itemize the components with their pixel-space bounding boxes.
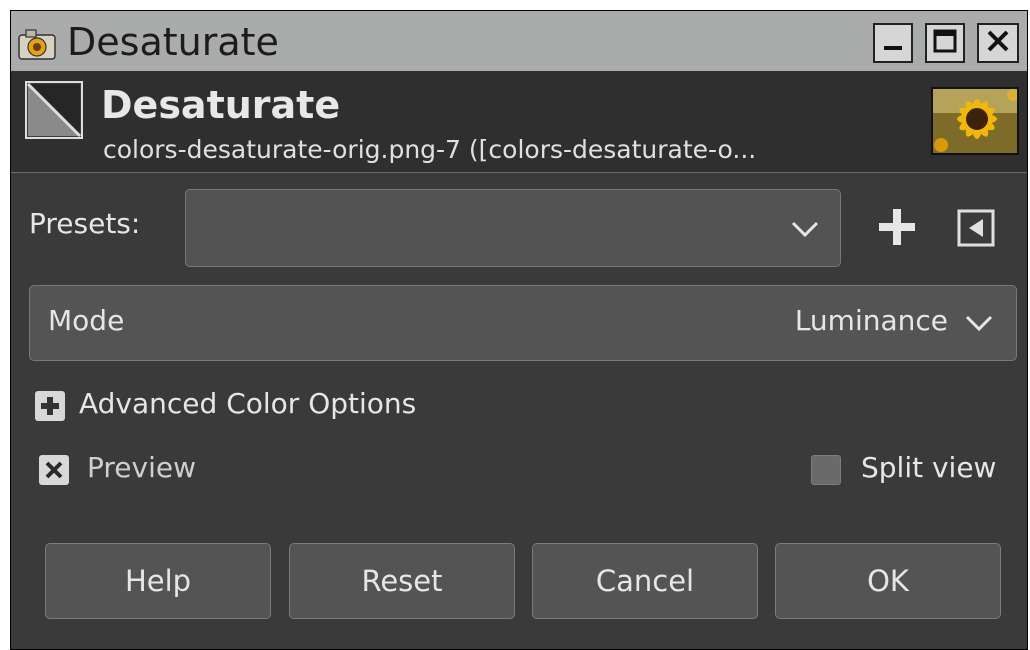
title-bar[interactable]: Desaturate xyxy=(11,11,1027,73)
gimp-app-icon xyxy=(17,25,57,61)
maximize-button[interactable] xyxy=(925,23,965,63)
reset-button[interactable]: Reset xyxy=(289,543,515,619)
filter-title: Desaturate xyxy=(101,83,341,127)
image-subtitle: colors-desaturate-orig.png-7 ([colors-de… xyxy=(103,135,757,164)
preview-checkbox[interactable] xyxy=(39,455,69,485)
presets-dropdown[interactable] xyxy=(185,189,841,267)
presets-label: Presets: xyxy=(29,207,141,240)
expand-plus-icon xyxy=(35,391,65,421)
mode-dropdown[interactable]: Mode Luminance xyxy=(29,285,1017,361)
help-button[interactable]: Help xyxy=(45,543,271,619)
advanced-label: Advanced Color Options xyxy=(79,387,417,420)
desaturate-filter-icon xyxy=(25,81,83,139)
chevron-down-icon xyxy=(964,308,994,342)
preview-label: Preview xyxy=(87,451,196,484)
split-view-checkbox[interactable] xyxy=(811,455,841,485)
mode-label: Mode xyxy=(48,304,125,337)
dialog-header: Desaturate colors-desaturate-orig.png-7 … xyxy=(11,73,1027,173)
close-button[interactable] xyxy=(977,23,1019,63)
image-thumbnail xyxy=(931,87,1019,155)
minimize-button[interactable] xyxy=(873,23,913,63)
window-title: Desaturate xyxy=(67,20,279,64)
presets-menu-icon[interactable] xyxy=(957,209,995,251)
desaturate-dialog: Desaturate Desaturate colors-desaturate-… xyxy=(10,10,1028,650)
ok-button[interactable]: OK xyxy=(775,543,1001,619)
mode-value: Luminance xyxy=(794,304,948,337)
split-view-label: Split view xyxy=(861,451,997,484)
add-preset-icon[interactable] xyxy=(877,207,917,251)
close-icon xyxy=(984,27,1012,59)
minimize-icon xyxy=(880,28,906,58)
cancel-button[interactable]: Cancel xyxy=(532,543,758,619)
maximize-icon xyxy=(932,28,958,58)
chevron-down-icon xyxy=(790,214,820,248)
